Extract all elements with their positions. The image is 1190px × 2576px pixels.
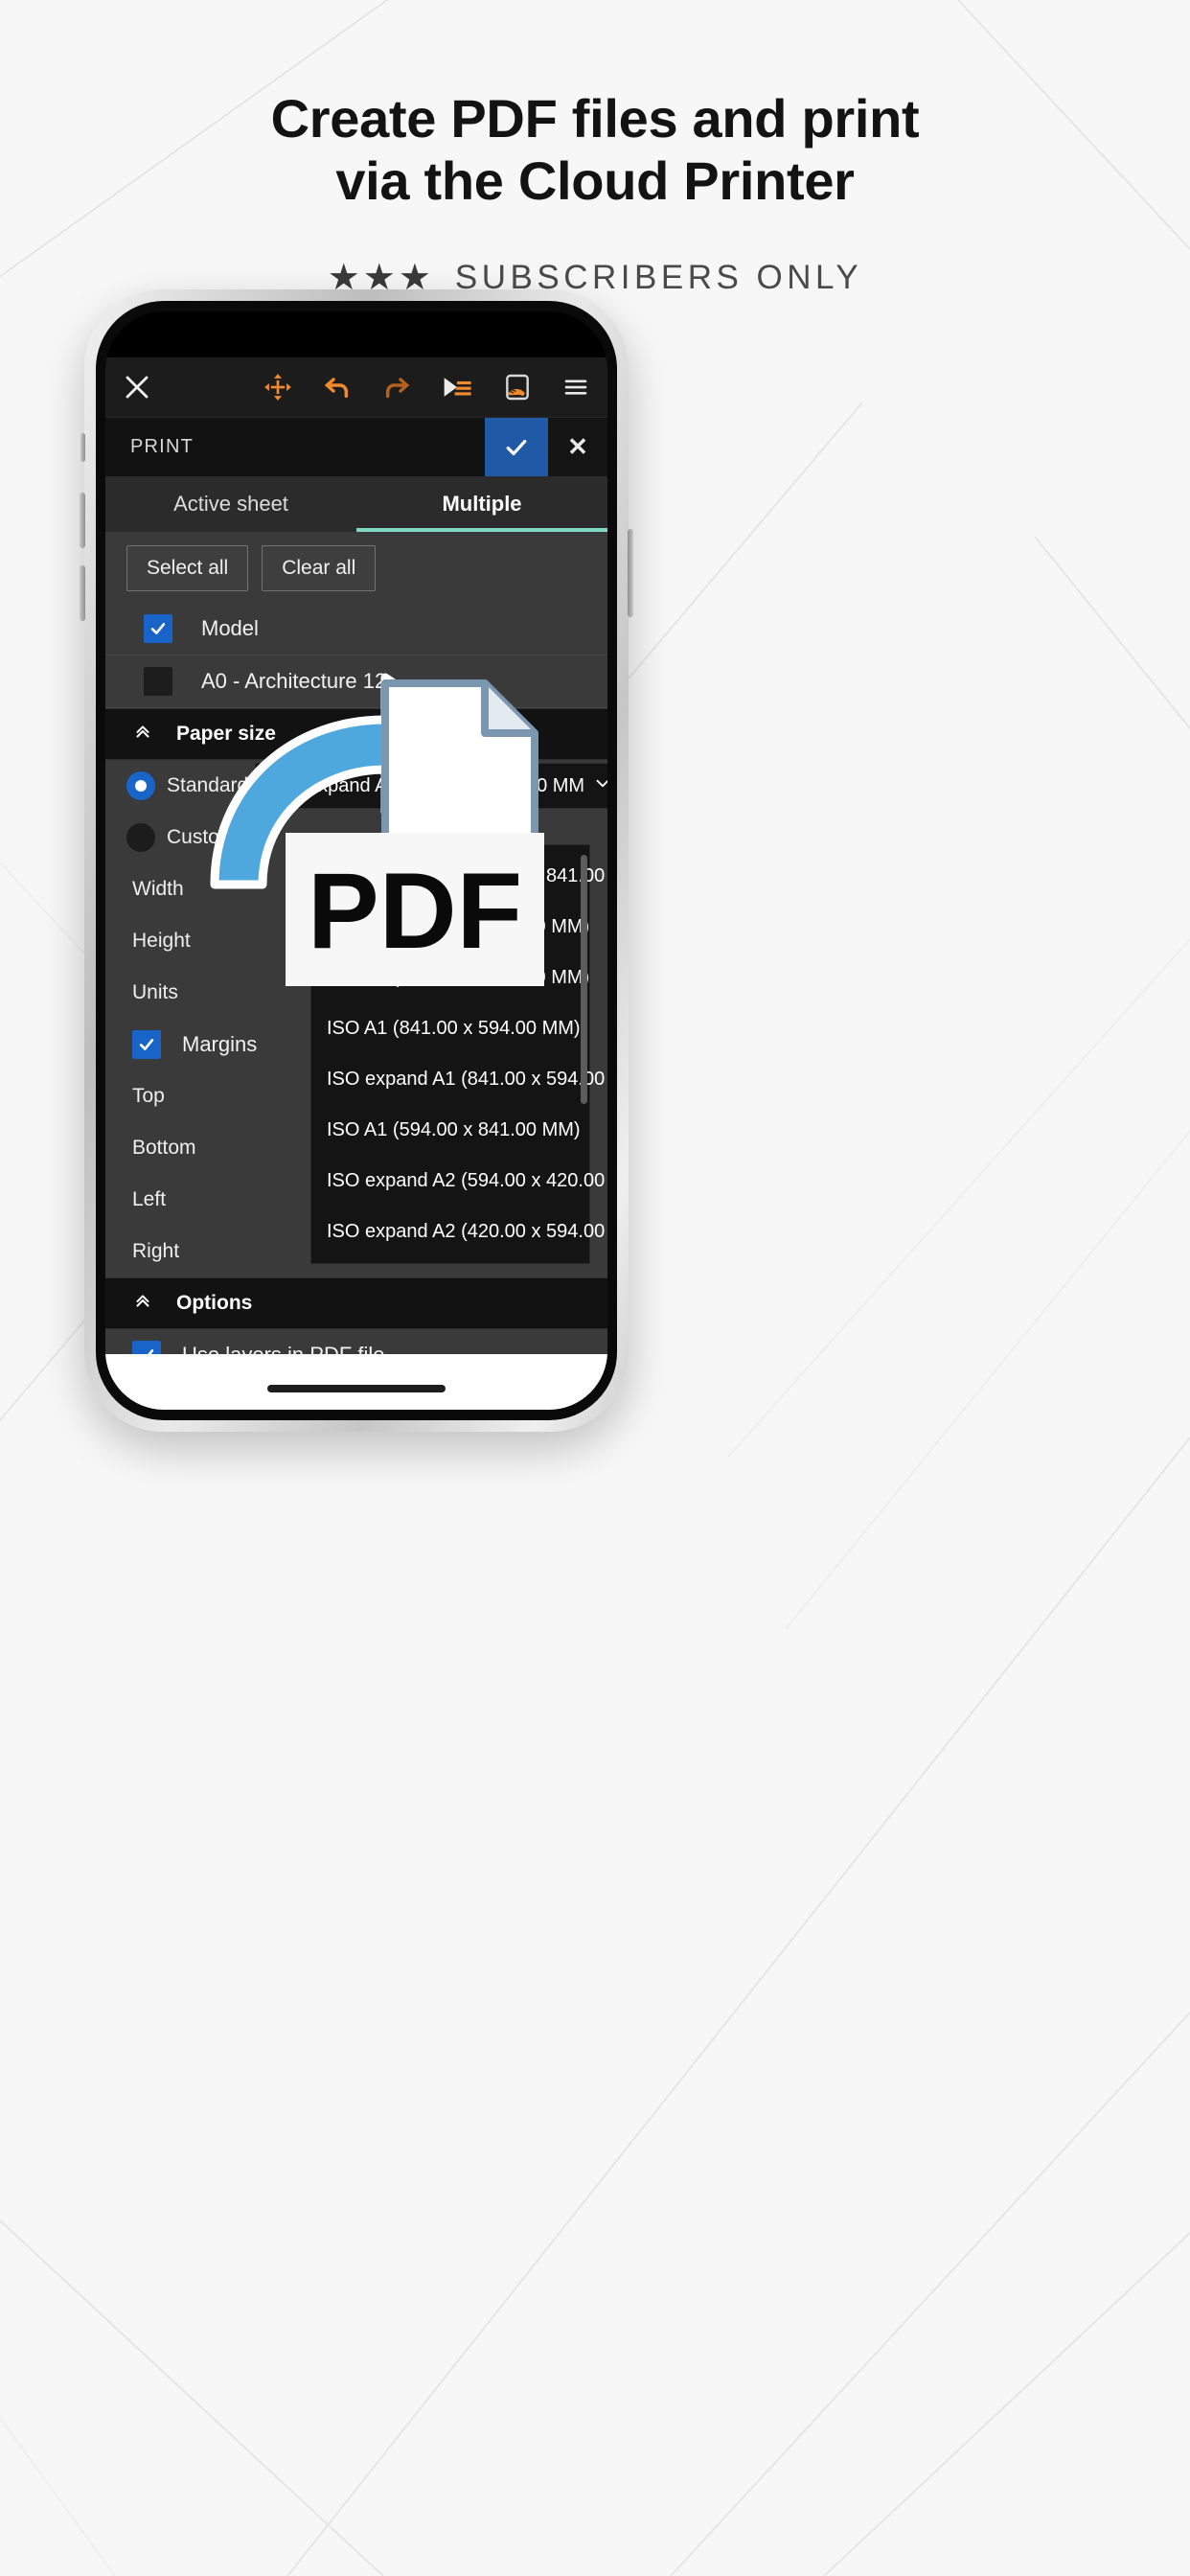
promo-header: Create PDF files and print via the Cloud… xyxy=(0,0,1190,297)
confirm-button[interactable] xyxy=(485,418,548,476)
radio-custom[interactable] xyxy=(126,823,155,852)
menu-icon[interactable] xyxy=(561,373,590,402)
dropdown-option[interactable]: ISO expand A1 (841.00 x 594.00 MM) xyxy=(311,1054,607,1105)
clear-all-button[interactable]: Clear all xyxy=(262,545,377,591)
section-header-options[interactable]: Options xyxy=(105,1277,607,1329)
power-button[interactable] xyxy=(628,529,633,617)
dropdown-option[interactable]: ISO expand A2 (594.00 x 420.00 MM) xyxy=(311,1156,607,1207)
undo-icon[interactable] xyxy=(322,372,353,402)
play-list-icon[interactable] xyxy=(441,373,473,402)
pdf-badge-label: PDF xyxy=(308,851,522,971)
dropdown-option[interactable]: ISO A1 (594.00 x 841.00 MM) xyxy=(311,1105,589,1156)
pan-move-icon[interactable] xyxy=(263,372,293,402)
pdf-badge-graphic: PDF xyxy=(197,645,581,990)
redo-icon[interactable] xyxy=(381,372,412,402)
chevron-up-icon xyxy=(132,1290,153,1317)
volume-down-button[interactable] xyxy=(80,565,85,621)
tab-active-sheet[interactable]: Active sheet xyxy=(105,476,356,532)
dropdown-option[interactable]: ISO expand A2 (420.00 x 594.00 MM) xyxy=(311,1207,607,1257)
radio-standard[interactable] xyxy=(126,771,155,800)
print-dialog-header: PRINT ✕ xyxy=(105,417,607,476)
home-indicator-area xyxy=(105,1354,607,1410)
select-all-button[interactable]: Select all xyxy=(126,545,249,591)
print-tabs: Active sheet Multiple xyxy=(105,476,607,532)
label-margins: Margins xyxy=(182,1032,258,1056)
phone-mockup: PRINT ✕ Active sheet Multiple Select all… xyxy=(80,289,633,1432)
mute-switch[interactable] xyxy=(80,433,85,462)
home-indicator[interactable] xyxy=(267,1385,446,1392)
dropdown-scrollbar[interactable] xyxy=(581,855,587,1104)
label-left: Left xyxy=(132,1188,167,1210)
app-window: PRINT ✕ Active sheet Multiple Select all… xyxy=(105,357,607,1410)
label-bottom: Bottom xyxy=(132,1137,196,1159)
phone-bezel: PRINT ✕ Active sheet Multiple Select all… xyxy=(96,301,617,1420)
promo-title-line-1: Create PDF files and print xyxy=(270,88,920,149)
sheet-actions: Select all Clear all xyxy=(105,532,607,603)
dropdown-option[interactable]: ISO A1 (841.00 x 594.00 MM) xyxy=(311,1003,589,1054)
phone-notch xyxy=(251,311,462,340)
label-top: Top xyxy=(132,1085,165,1107)
app-toolbar xyxy=(105,357,607,417)
cancel-button[interactable]: ✕ xyxy=(548,418,607,476)
chevron-up-icon xyxy=(132,721,153,748)
checkbox-margins[interactable] xyxy=(132,1030,161,1059)
hand-screen-icon[interactable] xyxy=(502,372,533,402)
tab-multiple[interactable]: Multiple xyxy=(356,476,607,532)
print-dialog-title: PRINT xyxy=(130,436,194,457)
volume-up-button[interactable] xyxy=(80,493,85,548)
sheet-label-model: Model xyxy=(201,616,259,640)
phone-screen: PRINT ✕ Active sheet Multiple Select all… xyxy=(105,311,607,1410)
checkbox-model[interactable] xyxy=(144,614,172,643)
label-right: Right xyxy=(132,1240,180,1262)
close-icon[interactable] xyxy=(123,373,151,402)
page-title: Create PDF files and print via the Cloud… xyxy=(0,88,1190,213)
section-title-options: Options xyxy=(176,1292,253,1314)
promo-title-line-2: via the Cloud Printer xyxy=(335,150,855,211)
chevron-down-icon xyxy=(592,772,607,799)
checkbox-a0-architecture-12[interactable] xyxy=(144,667,172,696)
